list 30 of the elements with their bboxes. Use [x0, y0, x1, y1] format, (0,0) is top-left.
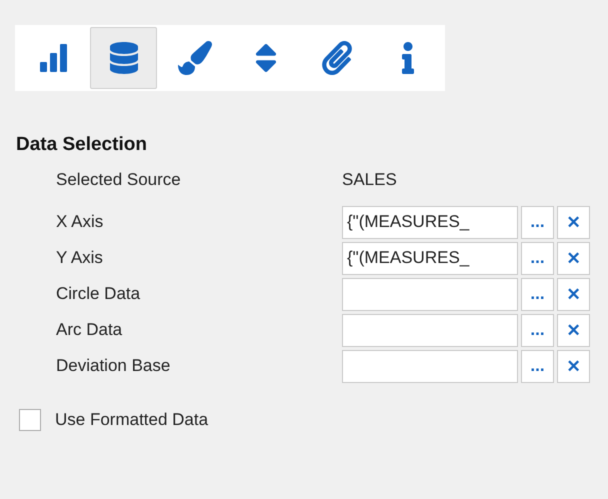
clear-button[interactable]: ✕ — [557, 278, 590, 310]
checkbox-label: Use Formatted Data — [55, 410, 208, 430]
section-title: Data Selection — [16, 134, 148, 156]
field-label: Y Axis — [56, 248, 104, 268]
field-label: Circle Data — [56, 284, 142, 304]
clear-button[interactable]: ✕ — [557, 350, 590, 382]
input-field[interactable] — [342, 314, 518, 346]
field-label: Selected Source — [56, 170, 182, 190]
clear-button[interactable]: ✕ — [557, 314, 590, 346]
browse-button[interactable]: ... — [521, 242, 554, 274]
paperclip-icon — [320, 41, 354, 75]
clear-button[interactable]: ✕ — [557, 242, 590, 274]
source-value: SALES — [342, 170, 398, 190]
database-icon — [108, 42, 140, 74]
browse-button[interactable]: ... — [521, 314, 554, 346]
input-field[interactable]: {"(MEASURES_ — [342, 206, 518, 238]
paintbrush-icon — [178, 41, 212, 75]
field-label: Arc Data — [56, 320, 124, 340]
browse-button[interactable]: ... — [521, 206, 554, 238]
field-label: Deviation Base — [56, 356, 172, 376]
toolbar-tab[interactable] — [90, 27, 157, 89]
input-field[interactable] — [342, 278, 518, 310]
input-field[interactable]: {"(MEASURES_ — [342, 242, 518, 274]
checkbox[interactable] — [19, 409, 41, 431]
field-label: X Axis — [56, 212, 104, 232]
bar-chart-icon — [38, 43, 68, 73]
browse-button[interactable]: ... — [521, 278, 554, 310]
input-field[interactable] — [342, 350, 518, 382]
browse-button[interactable]: ... — [521, 350, 554, 382]
clear-button[interactable]: ✕ — [557, 206, 590, 238]
